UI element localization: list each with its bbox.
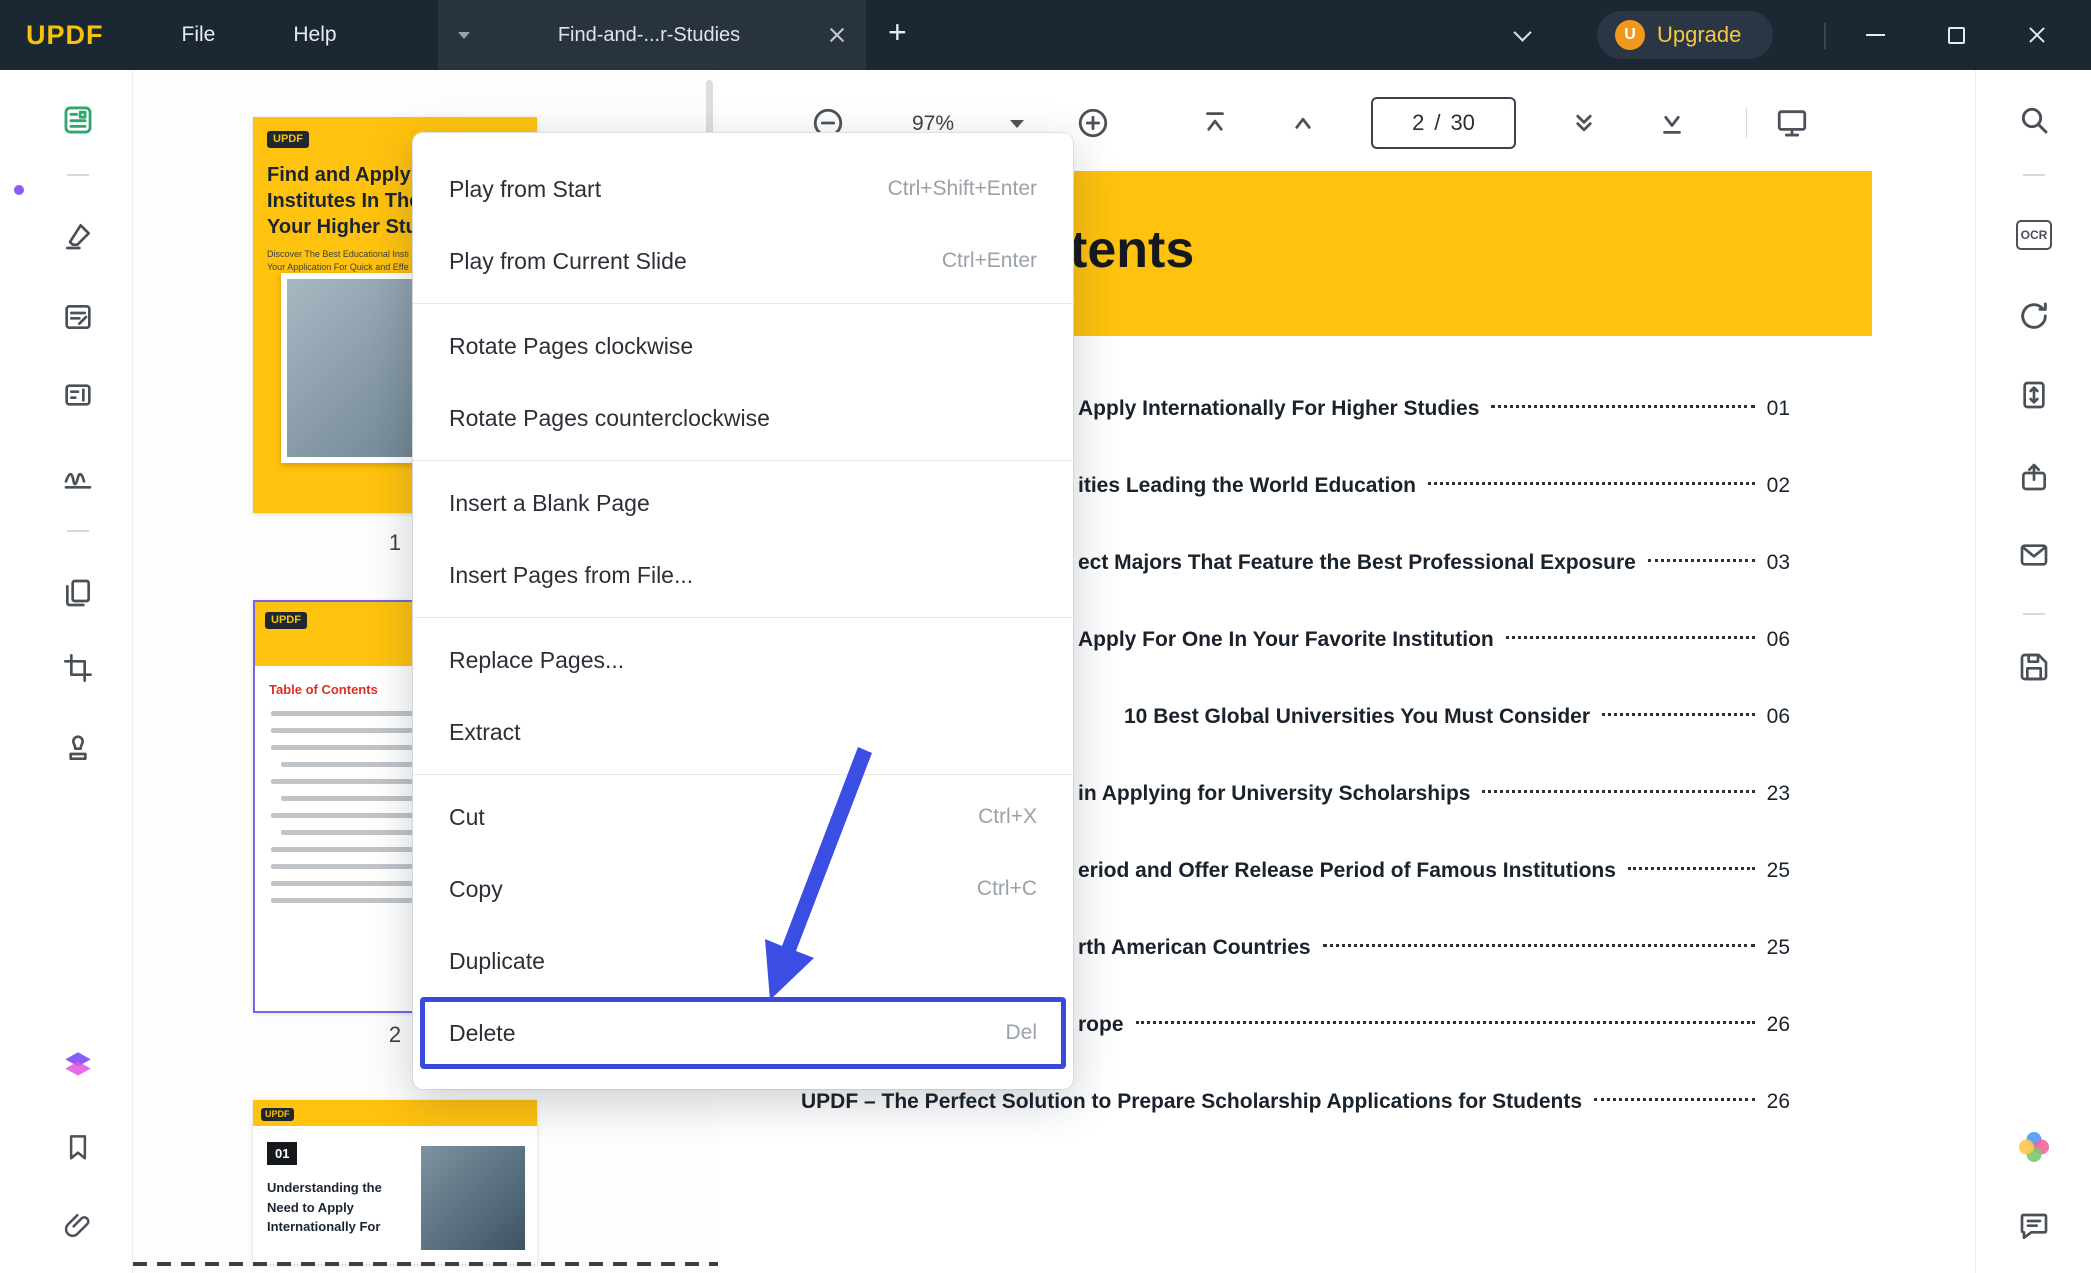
current-page: 2 xyxy=(1412,110,1424,136)
watermark-tool-icon[interactable] xyxy=(60,730,96,766)
last-page-icon[interactable] xyxy=(1655,106,1689,140)
document-tab[interactable]: Find-and-...r-Studies xyxy=(438,0,866,70)
email-icon[interactable] xyxy=(2016,537,2052,573)
menu-item-play-from-start[interactable]: Play from StartCtrl+Shift+Enter xyxy=(413,153,1073,225)
left-toolbar xyxy=(0,70,133,1273)
window-maximize-button[interactable] xyxy=(1929,0,1983,70)
sidebar-divider xyxy=(67,530,89,532)
menu-item-rotate-pages-clockwise[interactable]: Rotate Pages clockwise xyxy=(413,310,1073,382)
organize-pages-icon[interactable] xyxy=(60,575,96,611)
menu-divider xyxy=(413,617,1073,618)
page-thumbnails-icon[interactable] xyxy=(60,102,96,138)
zoom-in-icon[interactable] xyxy=(1076,106,1110,140)
convert-icon[interactable] xyxy=(2016,298,2052,334)
search-icon[interactable] xyxy=(2016,102,2052,138)
upgrade-button[interactable]: U Upgrade xyxy=(1597,11,1773,59)
presentation-mode-icon[interactable] xyxy=(1775,106,1809,140)
thumb3-header-band: UPDF xyxy=(253,1100,537,1126)
app-logo: UPDF xyxy=(26,20,104,51)
upgrade-badge-icon: U xyxy=(1615,20,1645,50)
window-minimize-button[interactable] xyxy=(1848,0,1902,70)
signature-tool-icon[interactable] xyxy=(60,458,96,494)
annotate-tool-icon[interactable] xyxy=(60,218,96,254)
tab-close-icon[interactable] xyxy=(828,26,846,44)
tab-title: Find-and-...r-Studies xyxy=(484,24,814,47)
titlebar-divider xyxy=(1824,23,1826,49)
share-icon[interactable] xyxy=(2016,459,2052,495)
thumb3-title: Understanding the Need to Apply Internat… xyxy=(267,1178,417,1237)
bookmark-panel-icon[interactable] xyxy=(60,1129,96,1165)
sidebar-divider xyxy=(2023,174,2045,176)
menu-item-rotate-pages-counterclockwise[interactable]: Rotate Pages counterclockwise xyxy=(413,382,1073,454)
page-number-input[interactable]: 2 / 30 xyxy=(1371,97,1516,149)
layers-panel-icon[interactable] xyxy=(60,1047,96,1083)
thumb-logo: UPDF xyxy=(265,612,307,629)
menu-divider xyxy=(413,460,1073,461)
first-page-icon[interactable] xyxy=(1198,106,1232,140)
collapse-toolbar-icon[interactable] xyxy=(1513,23,1531,41)
maximize-icon xyxy=(1948,27,1965,44)
toolbar-divider xyxy=(1746,108,1747,138)
right-toolbar: OCR xyxy=(1975,70,2091,1273)
menu-item-insert-blank-page[interactable]: Insert a Blank Page xyxy=(413,467,1073,539)
attachment-panel-icon[interactable] xyxy=(60,1209,96,1245)
panel-indicator-dot xyxy=(14,185,24,195)
annotation-arrow xyxy=(690,735,900,1025)
minimize-icon xyxy=(1866,34,1885,36)
menu-help[interactable]: Help xyxy=(293,23,336,47)
save-icon[interactable] xyxy=(2016,649,2052,685)
compare-document-icon[interactable] xyxy=(2016,377,2052,413)
page-separator: / xyxy=(1434,110,1440,136)
new-tab-button[interactable]: + xyxy=(888,14,907,51)
thumb-logo: UPDF xyxy=(267,131,309,148)
ai-assistant-icon[interactable] xyxy=(2016,1129,2052,1165)
menu-item-play-from-current-slide[interactable]: Play from Current SlideCtrl+Enter xyxy=(413,225,1073,297)
menu-file[interactable]: File xyxy=(182,23,216,47)
thumbnail-horizontal-scrollbar[interactable] xyxy=(133,1262,718,1266)
ocr-icon[interactable]: OCR xyxy=(2016,217,2052,253)
zoom-dropdown-caret-icon[interactable] xyxy=(1010,120,1024,128)
previous-page-icon[interactable] xyxy=(1286,106,1320,140)
menu-item-replace-pages[interactable]: Replace Pages... xyxy=(413,624,1073,696)
next-page-icon[interactable] xyxy=(1567,106,1601,140)
page-3-thumbnail[interactable]: UPDF 01 Understanding the Need to Apply … xyxy=(253,1100,537,1264)
upgrade-label: Upgrade xyxy=(1657,22,1741,48)
thumb3-photo xyxy=(421,1146,525,1250)
close-icon xyxy=(2027,25,2047,45)
comments-panel-icon[interactable] xyxy=(2016,1209,2052,1245)
thumb-logo: UPDF xyxy=(261,1108,294,1121)
window-close-button[interactable] xyxy=(2010,0,2064,70)
sidebar-divider xyxy=(67,174,89,176)
tab-caret-icon[interactable] xyxy=(458,32,470,39)
form-tool-icon[interactable] xyxy=(60,377,96,413)
menu-divider xyxy=(413,303,1073,304)
thumb3-section-number: 01 xyxy=(267,1142,297,1165)
crop-pages-icon[interactable] xyxy=(60,650,96,686)
edit-pdf-icon[interactable] xyxy=(60,299,96,335)
total-pages: 30 xyxy=(1450,110,1474,136)
titlebar: UPDF File Help Find-and-...r-Studies + U… xyxy=(0,0,2091,70)
menu-item-insert-pages-from-file[interactable]: Insert Pages from File... xyxy=(413,539,1073,611)
sidebar-divider xyxy=(2023,613,2045,615)
toc-banner-title-fragment: tents xyxy=(1070,220,1194,280)
